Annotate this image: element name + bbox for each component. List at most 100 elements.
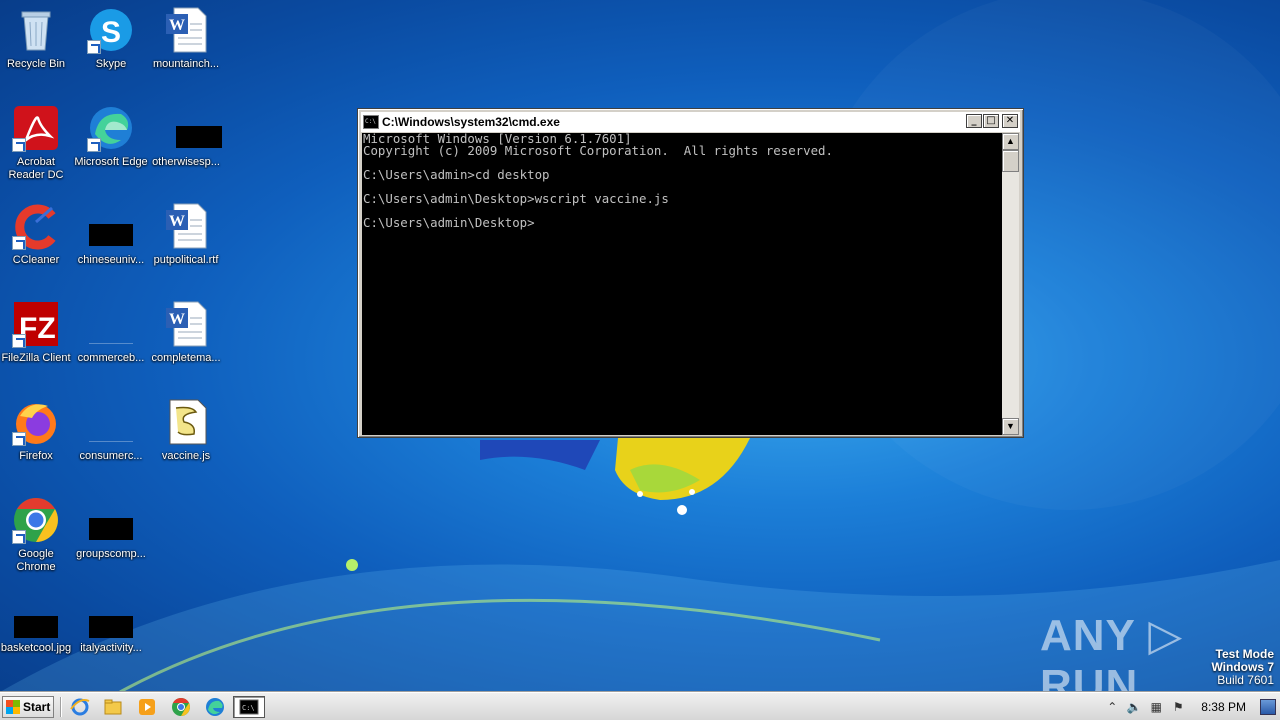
desktop-icon-chineseuniv[interactable]: chineseuniv...: [73, 202, 149, 267]
internet-explorer-icon[interactable]: [70, 697, 90, 717]
svg-text:W: W: [169, 311, 185, 328]
cmd-window[interactable]: C:\Windows\system32\cmd.exe _ □ ✕ Micros…: [357, 108, 1024, 438]
word-document-icon: W: [162, 202, 210, 250]
action-center-flag-icon[interactable]: ⚑: [1167, 698, 1189, 716]
svg-text:W: W: [169, 213, 185, 230]
cmd-icon: C:\: [239, 699, 259, 715]
desktop-icon-putpolitical[interactable]: W putpolitical.rtf: [148, 202, 224, 267]
clock[interactable]: 8:38 PM: [1201, 700, 1246, 714]
desktop-icon-label: mountainch...: [152, 58, 220, 70]
maximize-button[interactable]: □: [983, 114, 999, 128]
console-prompt: C:\Users\admin\Desktop>: [363, 215, 535, 230]
desktop-icon-label: completema...: [151, 352, 221, 364]
skype-icon: S: [87, 6, 135, 54]
taskbar-cmd-button[interactable]: C:\: [233, 696, 265, 718]
svg-text:C:\: C:\: [242, 704, 255, 712]
windows-logo-icon: [6, 700, 20, 714]
desktop-icon-ccleaner[interactable]: CCleaner: [0, 202, 74, 267]
desktop-icon-completema[interactable]: W completema...: [148, 300, 224, 365]
desktop-icon-italyactivity[interactable]: italyactivity...: [73, 612, 149, 655]
chrome-icon[interactable]: [171, 697, 191, 717]
scroll-thumb[interactable]: [1002, 150, 1019, 172]
redacted-icon: [87, 496, 135, 544]
desktop-icon-recycle-bin[interactable]: Recycle Bin: [0, 6, 74, 71]
shortcut-arrow-icon: [12, 138, 26, 152]
desktop-icon-mountainch[interactable]: W mountainch...: [148, 6, 224, 71]
desktop-icon-vaccine[interactable]: vaccine.js: [148, 398, 224, 463]
redacted-icon: [87, 612, 135, 638]
desktop-icon-label: Skype: [95, 58, 127, 70]
scroll-up-icon[interactable]: ▲: [1002, 133, 1019, 150]
taskbar: Start C:\ ⌃ 🔈 ▦ ⚑ 8:38 PM: [0, 692, 1280, 720]
ccleaner-icon: [12, 202, 60, 250]
console-line: Copyright (c) 2009 Microsoft Corporation…: [363, 143, 833, 158]
shortcut-arrow-icon: [12, 236, 26, 250]
network-icon[interactable]: ▦: [1145, 698, 1167, 716]
cmd-titlebar[interactable]: C:\Windows\system32\cmd.exe _ □ ✕: [361, 112, 1020, 132]
start-button[interactable]: Start: [2, 696, 54, 718]
os-label: Windows 7: [1211, 660, 1274, 674]
acrobat-icon: [12, 104, 60, 152]
desktop-icon-label: basketcool.jpg: [0, 642, 72, 654]
word-document-icon: W: [162, 300, 210, 348]
build-label: Build 7601: [1217, 673, 1274, 687]
close-button[interactable]: ✕: [1002, 114, 1018, 128]
filezilla-icon: FZ: [12, 300, 60, 348]
vertical-scrollbar[interactable]: ▲ ▼: [1002, 133, 1019, 435]
desktop-icon-skype[interactable]: S Skype: [73, 6, 149, 71]
desktop-icon-label: Google Chrome: [16, 548, 56, 573]
desktop-icon-edge[interactable]: Microsoft Edge: [73, 104, 149, 169]
volume-icon[interactable]: 🔈: [1123, 698, 1145, 716]
desktop-icon-chrome[interactable]: Google Chrome: [0, 496, 74, 574]
test-mode-watermark: Test Mode Windows 7 Build 7601: [1211, 648, 1274, 687]
desktop-icon-label: chineseuniv...: [77, 254, 145, 266]
desktop-icon-groupscomp[interactable]: groupscomp...: [73, 496, 149, 561]
minimize-button[interactable]: _: [966, 114, 982, 128]
desktop-icon-label: consumerc...: [79, 450, 143, 462]
desktop-icon-label: commerceb...: [77, 352, 145, 364]
media-player-icon[interactable]: [137, 697, 157, 717]
console-line: C:\Users\admin\Desktop>wscript vaccine.j…: [363, 191, 669, 206]
shortcut-arrow-icon: [87, 138, 101, 152]
desktop-icon-label: FileZilla Client: [1, 352, 71, 364]
taskbar-separator: [60, 697, 62, 717]
firefox-icon: [12, 398, 60, 446]
scroll-down-icon[interactable]: ▼: [1002, 418, 1019, 435]
desktop-icon-commerceb[interactable]: commerceb...: [73, 300, 149, 365]
svg-text:W: W: [169, 17, 185, 34]
desktop-icon-label: putpolitical.rtf: [153, 254, 219, 266]
shortcut-arrow-icon: [12, 432, 26, 446]
desktop-icon-consumerc[interactable]: consumerc...: [73, 398, 149, 463]
blank-file-icon: [87, 300, 135, 348]
chevron-up-icon[interactable]: ⌃: [1101, 698, 1123, 716]
desktop-icon-acrobat[interactable]: Acrobat Reader DC: [0, 104, 74, 182]
desktop-icon-label: Firefox: [19, 450, 53, 462]
recycle-bin-icon: [12, 6, 60, 54]
script-file-icon: [162, 398, 210, 446]
redacted-icon: [87, 202, 135, 250]
desktop-icon-label: italyactivity...: [80, 642, 142, 654]
desktop-icon-firefox[interactable]: Firefox: [0, 398, 74, 463]
cmd-icon: [363, 115, 379, 129]
redacted-icon: [12, 612, 60, 638]
desktop-icon-label: groupscomp...: [76, 548, 146, 560]
desktop-icon-filezilla[interactable]: FZ FileZilla Client: [0, 300, 74, 365]
chrome-icon: [12, 496, 60, 544]
desktop-icon-otherwisesp[interactable]: otherwisesp...: [148, 104, 224, 169]
test-mode-label: Test Mode: [1215, 647, 1274, 661]
shortcut-arrow-icon: [87, 40, 101, 54]
edge-icon: [87, 104, 135, 152]
show-desktop-button[interactable]: [1260, 699, 1276, 715]
shortcut-arrow-icon: [12, 334, 26, 348]
system-tray: ⌃ 🔈 ▦ ⚑ 8:38 PM: [1101, 696, 1280, 718]
desktop-icon-label: Microsoft Edge: [74, 156, 148, 168]
desktop-icon-basketcool[interactable]: basketcool.jpg: [0, 612, 74, 655]
redacted-icon: [162, 104, 222, 152]
start-label: Start: [23, 700, 51, 714]
console-output[interactable]: Microsoft Windows [Version 6.1.7601] Cop…: [362, 132, 1004, 435]
desktop-icon-label: CCleaner: [12, 254, 60, 266]
desktop-icon-label: otherwisesp...: [152, 156, 220, 168]
file-explorer-icon[interactable]: [103, 697, 123, 717]
word-document-icon: W: [162, 6, 210, 54]
edge-icon[interactable]: [205, 697, 225, 717]
